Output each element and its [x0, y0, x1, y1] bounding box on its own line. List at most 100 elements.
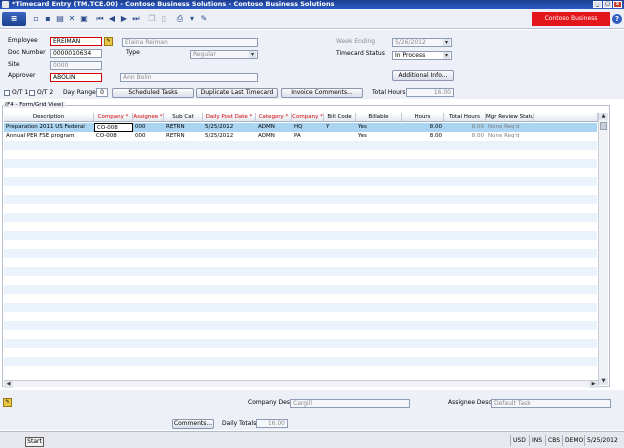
- empty-row: [4, 339, 597, 348]
- employee-lookup-icon[interactable]: ✎: [104, 37, 113, 46]
- table-row[interactable]: Annual PER FSE program CO-008 000 RETRN …: [4, 132, 597, 141]
- col-header-blank: [534, 113, 598, 122]
- ot2-checkbox[interactable]: [29, 90, 35, 96]
- app-menu-button[interactable]: ≡: [2, 12, 26, 26]
- company-desc-label: Company Desc: [248, 399, 294, 406]
- employee-label: Employee: [8, 37, 38, 44]
- cell-company[interactable]: CO-008: [94, 132, 133, 141]
- col-header-daily-post-date[interactable]: Daily Post Date *: [203, 113, 256, 122]
- cell-bill-code[interactable]: [324, 132, 356, 141]
- vertical-scrollbar[interactable]: ▲ ▼: [598, 113, 608, 385]
- additional-info-button[interactable]: Additional Info...: [392, 70, 454, 81]
- empty-row: [4, 366, 597, 375]
- first-record-icon[interactable]: ⏮: [95, 14, 105, 24]
- type-select[interactable]: Regular: [190, 50, 258, 59]
- doc-number-field[interactable]: 0000010634: [50, 49, 102, 58]
- cell-total-hours: 8.00: [471, 124, 484, 130]
- cell-daily-post-date[interactable]: 5/25/2012: [203, 123, 256, 132]
- day-range-field[interactable]: 0: [96, 88, 108, 97]
- previous-record-icon[interactable]: ◀: [107, 14, 117, 24]
- cell-category[interactable]: ADMN: [256, 123, 292, 132]
- empty-row: [4, 186, 597, 195]
- close-button[interactable]: x: [613, 1, 622, 8]
- week-ending-field[interactable]: 5/26/2012: [392, 38, 452, 47]
- help-icon[interactable]: ?: [612, 14, 622, 24]
- col-header-mgr-review-status[interactable]: Mgr Review Status: [486, 113, 534, 122]
- maximize-button[interactable]: □: [603, 1, 612, 8]
- scroll-left-icon[interactable]: ◀: [4, 381, 13, 388]
- scroll-down-icon[interactable]: ▼: [599, 378, 608, 385]
- new-icon[interactable]: ▫: [31, 14, 41, 24]
- cell-assignee[interactable]: 000: [133, 132, 164, 141]
- scroll-thumb[interactable]: [600, 122, 607, 130]
- empty-row: [4, 312, 597, 321]
- timecard-status-select[interactable]: In Process: [392, 51, 452, 60]
- cell-hours[interactable]: 8.00: [402, 123, 444, 132]
- col-header-company[interactable]: Company *: [94, 113, 133, 122]
- empty-row: [4, 285, 597, 294]
- cell-company[interactable]: CO-008: [94, 123, 133, 132]
- comments-button[interactable]: Comments...: [172, 419, 214, 429]
- horizontal-scrollbar[interactable]: ◀ ▶: [4, 380, 598, 388]
- minimize-button[interactable]: _: [593, 1, 602, 8]
- cell-daily-post-date[interactable]: 5/25/2012: [203, 132, 256, 141]
- col-header-bill-code[interactable]: Bill Code: [324, 113, 356, 122]
- duplicate-timecard-button[interactable]: Duplicate Last Timecard: [196, 88, 278, 98]
- cell-hours[interactable]: 8.00: [402, 132, 444, 141]
- site-label: Site: [8, 61, 20, 68]
- print-icon[interactable]: ⎙: [175, 14, 185, 24]
- scheduled-tasks-button[interactable]: Scheduled Tasks: [112, 88, 194, 98]
- cell-company-2[interactable]: HQ: [292, 123, 324, 132]
- empty-row: [4, 177, 597, 186]
- col-header-total-hours[interactable]: Total Hours: [444, 113, 486, 122]
- ot1-label: O/T 1: [12, 89, 29, 96]
- cell-description[interactable]: Annual PER FSE program: [4, 132, 94, 141]
- cancel-icon[interactable]: ▣: [79, 14, 89, 24]
- paste-icon[interactable]: ▯: [159, 14, 169, 24]
- col-header-assignee[interactable]: Assignee *: [133, 113, 164, 122]
- empty-row: [4, 357, 597, 366]
- ot1-checkbox[interactable]: [4, 90, 10, 96]
- more-icon[interactable]: ▾: [187, 14, 197, 24]
- total-hours-label: Total Hours: [372, 89, 406, 96]
- company-desc-field: Cargill: [290, 399, 410, 408]
- assignee-desc-label: Assignee Desc: [448, 399, 492, 406]
- note-icon[interactable]: ✎: [3, 398, 12, 407]
- cell-sub-cat[interactable]: RETRN: [164, 132, 203, 141]
- cell-billable[interactable]: Yes: [356, 132, 402, 141]
- save-icon[interactable]: ▪: [43, 14, 53, 24]
- site-field[interactable]: 0000: [50, 61, 102, 70]
- start-button[interactable]: Start: [25, 437, 44, 447]
- customize-icon[interactable]: ✎: [199, 14, 209, 24]
- table-row[interactable]: Preparation 2011 US Federal CO-008 000 R…: [4, 123, 597, 132]
- col-header-description[interactable]: Description: [4, 113, 94, 122]
- col-header-sub-cat[interactable]: Sub Cat: [164, 113, 203, 122]
- cell-total-hours: 8.00: [471, 133, 484, 139]
- cell-sub-cat[interactable]: RETRN: [164, 123, 203, 132]
- cell-billable[interactable]: Yes: [356, 123, 402, 132]
- cell-category[interactable]: ADMN: [256, 132, 292, 141]
- last-record-icon[interactable]: ⏭: [131, 14, 141, 24]
- delete-icon[interactable]: ✕: [67, 14, 77, 24]
- approver-field[interactable]: ABOLIN: [50, 73, 102, 82]
- copy-icon[interactable]: ❐: [147, 14, 157, 24]
- col-header-category[interactable]: Category *: [256, 113, 292, 122]
- bottom-panel: ✎ Company Desc Cargill Assignee Desc Def…: [0, 390, 624, 430]
- employee-name-field: Elaina Reiman: [122, 38, 258, 47]
- toolbar: ≡ ▫ ▪ ▤ ✕ ▣ ⏮ ◀ ▶ ⏭ ❐ ▯ ⎙ ▾ ✎ Contoso Bu…: [0, 9, 624, 36]
- empty-row: [4, 240, 597, 249]
- week-ending-label: Week Ending: [336, 38, 376, 45]
- cell-description[interactable]: Preparation 2011 US Federal: [4, 123, 94, 132]
- invoice-comments-button[interactable]: Invoice Comments...: [281, 88, 363, 98]
- col-header-billable[interactable]: Billable: [356, 113, 402, 122]
- col-header-hours[interactable]: Hours: [402, 113, 444, 122]
- next-record-icon[interactable]: ▶: [119, 14, 129, 24]
- scroll-right-icon[interactable]: ▶: [589, 381, 598, 388]
- cell-assignee[interactable]: 000: [133, 123, 164, 132]
- scroll-up-icon[interactable]: ▲: [599, 113, 608, 120]
- employee-field[interactable]: EREIMAN: [50, 37, 102, 46]
- finish-icon[interactable]: ▤: [55, 14, 65, 24]
- col-header-company-2[interactable]: Company *: [292, 113, 324, 122]
- cell-company-2[interactable]: PA: [292, 132, 324, 141]
- cell-bill-code[interactable]: Y: [324, 123, 356, 132]
